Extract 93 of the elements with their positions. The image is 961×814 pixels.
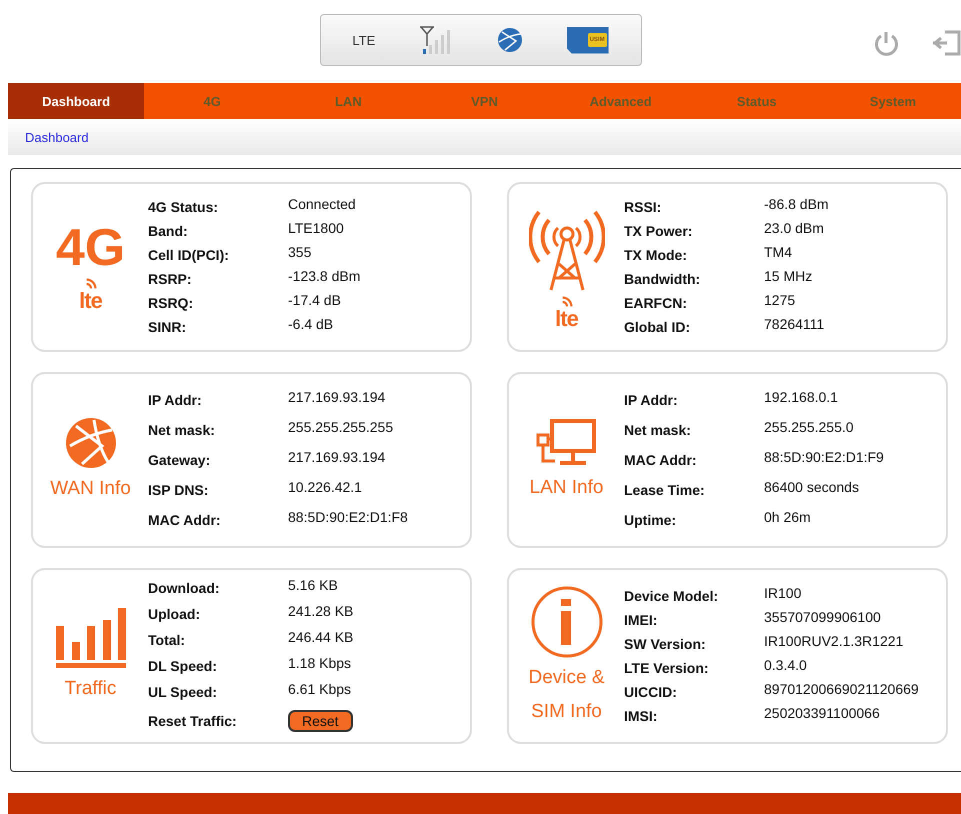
field-value: 10.226.42.1 [288,479,363,495]
nav-tab[interactable]: System [824,83,961,119]
globe-icon [64,416,118,470]
field-value: 355 [288,244,312,260]
nav-tab[interactable]: Dashboard [8,83,144,119]
field-label: Lease Time: [624,482,706,498]
field-label: Download: [148,580,221,596]
field-label: Upload: [148,606,202,622]
4g-label: 4G [56,222,126,274]
field-value: IR100 [764,585,802,601]
card-caption: Device & [528,666,605,690]
field-label: DL Speed: [148,658,218,674]
field-label: LTE Version: [624,660,710,676]
field-value: Connected [288,196,357,212]
field-value: 192.168.0.1 [764,389,839,405]
field-value: 217.169.93.194 [288,389,386,405]
field-label: TX Power: [624,223,694,239]
field-label: TX Mode: [624,247,688,263]
field-label: SINR: [148,319,188,335]
field-label: 4G Status: [148,199,220,215]
wireless-icon [84,278,96,290]
nav-tab[interactable]: VPN [416,83,553,119]
card-caption: LAN Info [530,476,604,500]
field-label: RSRP: [148,271,193,287]
field-label: Total: [148,632,186,648]
field-label: MAC Addr: [148,512,222,528]
field-label: Gateway: [148,452,212,468]
field-label: IMSI: [624,708,658,724]
field-value: IR100RUV2.1.3R1221 [764,633,904,649]
card-caption: SIM Info [531,700,602,724]
field-label: UICCID: [624,684,678,700]
field-value: 6.61 Kbps [288,681,352,697]
field-value: 1.18 Kbps [288,655,352,671]
field-label: IP Addr: [624,392,679,408]
field-value: 89701200669021120669 [764,681,920,697]
field-label: Cell ID(PCI): [148,247,230,263]
field-value: 255.255.255.255 [288,419,394,435]
field-value: 23.0 dBm [764,220,825,236]
field-value: 1275 [764,292,796,308]
field-value: 15 MHz [764,268,814,284]
field-value: -86.8 dBm [764,196,830,212]
field-value: -17.4 dB [288,292,342,308]
field-value: 241.28 KB [288,603,354,619]
field-label: Reset Traffic: [148,713,238,729]
field-value: 246.44 KB [288,629,354,645]
field-label: ISP DNS: [148,482,210,498]
wireless-icon [560,296,572,308]
field-label: EARFCN: [624,295,688,311]
field-label: Band: [148,223,189,239]
card-caption: Traffic [64,676,116,701]
field-value: -123.8 dBm [288,268,362,284]
card-caption: WAN Info [50,476,131,501]
field-label: Bandwidth: [624,271,702,287]
bar-chart-icon [56,608,126,670]
lte-logo: lte [555,308,578,330]
nav-tab[interactable]: LAN [280,83,416,119]
field-label: IMEI: [624,612,658,628]
network-type: LTE [352,32,376,48]
field-value: 5.16 KB [288,577,339,593]
field-value: 0.3.4.0 [764,657,808,673]
field-value: 355707099906100 [764,609,882,625]
logout-icon[interactable] [931,30,961,56]
field-value: 255.255.255.0 [764,419,855,435]
info-icon [530,584,604,659]
field-value: 0h 26m [764,509,812,525]
field-label: RSRQ: [148,295,194,311]
field-label: UL Speed: [148,684,218,700]
field-value: 88:5D:90:E2:D1:F9 [764,449,885,465]
field-value: 78264111 [764,316,826,332]
field-label: IP Addr: [148,392,203,408]
field-label: Global ID: [624,319,692,335]
reset-button[interactable]: Reset [288,710,353,732]
field-value: 250203391100066 [764,705,881,721]
field-value: 86400 seconds [764,479,860,495]
field-label: RSSI: [624,199,662,215]
field-label: MAC Addr: [624,452,698,468]
field-value: 88:5D:90:E2:D1:F8 [288,509,409,525]
field-label: Uptime: [624,512,678,528]
nav-tab[interactable]: Advanced [552,83,689,119]
lte-logo: lte [79,290,102,312]
nav-tab[interactable]: 4G [144,83,280,119]
field-value: TM4 [764,244,793,260]
field-value: 217.169.93.194 [288,449,386,465]
field-value: -6.4 dB [288,316,334,332]
field-label: Net mask: [624,422,692,438]
field-value: LTE1800 [288,220,345,236]
field-label: Net mask: [148,422,216,438]
breadcrumb-link[interactable]: Dashboard [25,130,89,144]
field-label: SW Version: [624,636,707,652]
field-label: Device Model: [624,588,720,604]
power-icon[interactable] [873,30,899,56]
globe-icon [496,27,523,53]
nav-tab[interactable]: Status [688,83,825,119]
